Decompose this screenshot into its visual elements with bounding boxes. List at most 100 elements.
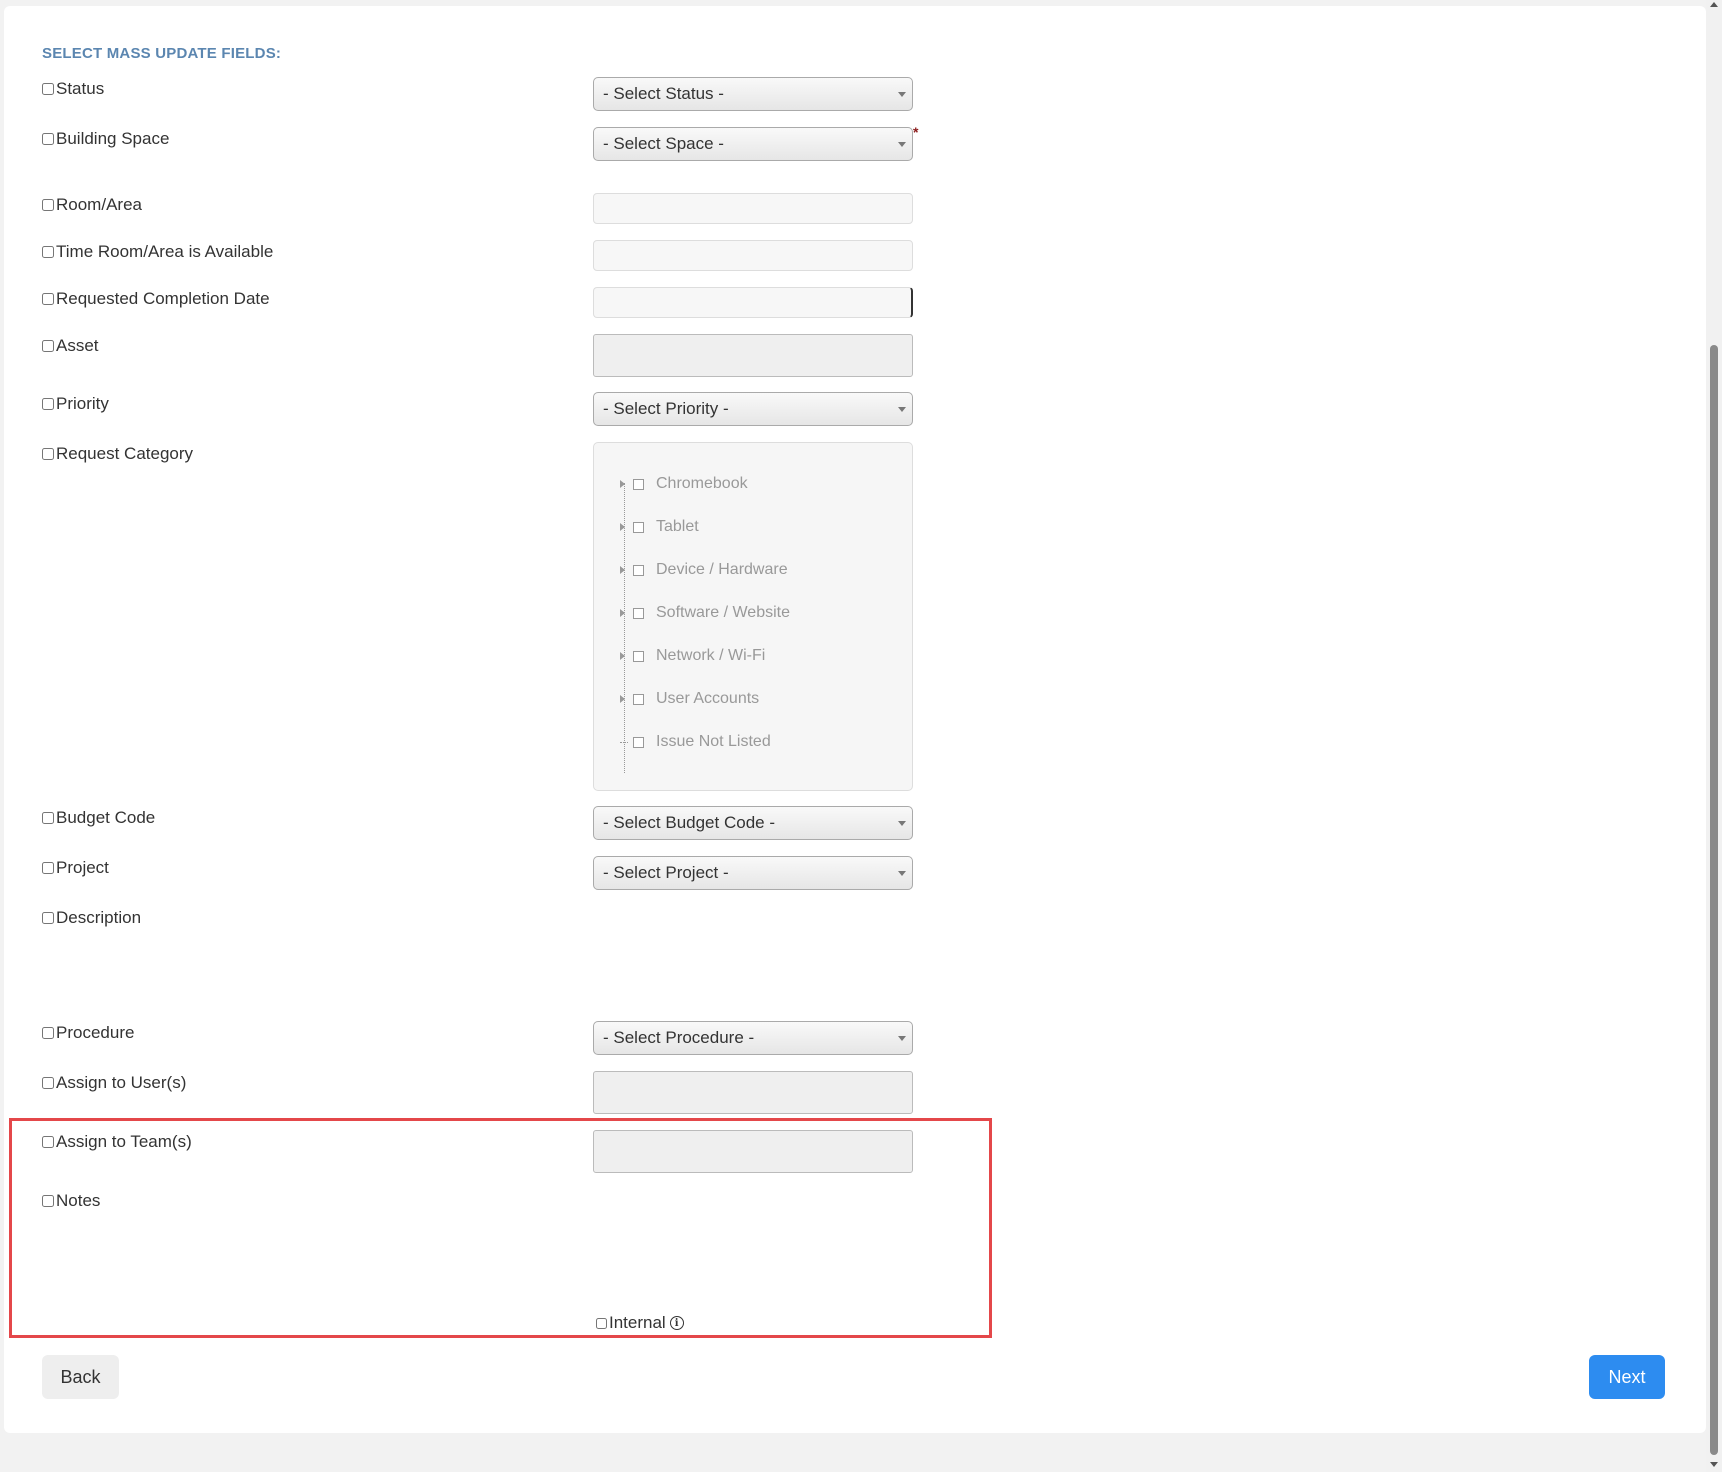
request-category-field-label[interactable]: Request Category xyxy=(42,444,193,464)
budget-code-select-value: - Select Budget Code - xyxy=(603,813,775,832)
request-category-tree: Chromebook Tablet Device / Hardware Soft… xyxy=(593,442,913,791)
status-label: Status xyxy=(56,79,105,98)
tree-item-label: Tablet xyxy=(656,518,699,535)
tree-checkbox[interactable] xyxy=(633,693,644,705)
internal-option[interactable]: Internal i xyxy=(596,1313,684,1333)
next-button[interactable]: Next xyxy=(1589,1355,1665,1399)
tree-checkbox[interactable] xyxy=(633,607,644,619)
tree-item-chromebook[interactable]: Chromebook xyxy=(620,475,748,493)
procedure-select-value: - Select Procedure - xyxy=(603,1028,755,1047)
expand-arrow-icon[interactable] xyxy=(620,480,625,488)
completion-date-input[interactable] xyxy=(593,287,913,318)
tree-leaf-connector xyxy=(620,741,628,743)
assign-users-checkbox[interactable] xyxy=(42,1077,54,1089)
priority-field-label[interactable]: Priority xyxy=(42,394,109,414)
tree-item-label: Software / Website xyxy=(656,604,790,621)
notes-field-label[interactable]: Notes xyxy=(42,1191,100,1211)
budget-code-checkbox[interactable] xyxy=(42,812,54,824)
time-available-input[interactable] xyxy=(593,240,913,271)
back-button[interactable]: Back xyxy=(42,1355,119,1399)
expand-arrow-icon[interactable] xyxy=(620,609,625,617)
assign-teams-input[interactable] xyxy=(593,1130,913,1173)
status-select[interactable]: - Select Status - xyxy=(593,77,913,111)
scrollbar-thumb[interactable] xyxy=(1710,345,1718,1455)
assign-teams-field-label[interactable]: Assign to Team(s) xyxy=(42,1132,192,1152)
budget-code-field-label[interactable]: Budget Code xyxy=(42,808,155,828)
tree-checkbox[interactable] xyxy=(633,478,644,490)
status-field-label[interactable]: Status xyxy=(42,79,104,99)
tree-checkbox[interactable] xyxy=(633,521,644,533)
tree-item-label: Issue Not Listed xyxy=(656,733,771,750)
building-space-select[interactable]: - Select Space - xyxy=(593,127,913,161)
chevron-down-icon xyxy=(898,92,906,97)
priority-select[interactable]: - Select Priority - xyxy=(593,392,913,426)
description-checkbox[interactable] xyxy=(42,912,54,924)
tree-item-software-website[interactable]: Software / Website xyxy=(620,604,790,622)
asset-checkbox[interactable] xyxy=(42,340,54,352)
section-title: SELECT MASS UPDATE FIELDS: xyxy=(42,45,282,62)
tree-checkbox[interactable] xyxy=(633,564,644,576)
status-checkbox[interactable] xyxy=(42,83,54,95)
request-category-checkbox[interactable] xyxy=(42,448,54,460)
expand-arrow-icon[interactable] xyxy=(620,695,625,703)
completion-date-field-label[interactable]: Requested Completion Date xyxy=(42,289,270,309)
building-space-field-label[interactable]: Building Space xyxy=(42,129,169,149)
chevron-down-icon xyxy=(898,871,906,876)
asset-label: Asset xyxy=(56,336,99,355)
internal-checkbox[interactable] xyxy=(596,1317,607,1329)
asset-input[interactable] xyxy=(593,334,913,377)
expand-arrow-icon[interactable] xyxy=(620,566,625,574)
building-space-checkbox[interactable] xyxy=(42,133,54,145)
request-category-label: Request Category xyxy=(56,444,194,463)
completion-date-checkbox[interactable] xyxy=(42,293,54,305)
procedure-checkbox[interactable] xyxy=(42,1027,54,1039)
page-scrollbar[interactable] xyxy=(1706,0,1722,1472)
assign-users-label: Assign to User(s) xyxy=(56,1073,187,1092)
tree-item-label: Device / Hardware xyxy=(656,561,788,578)
room-area-checkbox[interactable] xyxy=(42,199,54,211)
tree-item-network-wifi[interactable]: Network / Wi-Fi xyxy=(620,647,765,665)
info-icon[interactable]: i xyxy=(669,1316,684,1330)
project-select-value: - Select Project - xyxy=(603,863,729,882)
room-area-input[interactable] xyxy=(593,193,913,224)
tree-checkbox[interactable] xyxy=(633,736,644,748)
status-select-value: - Select Status - xyxy=(603,84,724,103)
assign-teams-checkbox[interactable] xyxy=(42,1136,54,1148)
time-available-checkbox[interactable] xyxy=(42,246,54,258)
project-field-label[interactable]: Project xyxy=(42,858,109,878)
tree-checkbox[interactable] xyxy=(633,650,644,662)
description-label: Description xyxy=(56,908,142,927)
tree-item-tablet[interactable]: Tablet xyxy=(620,518,699,536)
tree-item-label: Chromebook xyxy=(656,475,748,492)
internal-label: Internal xyxy=(609,1313,666,1332)
scroll-up-arrow-icon[interactable] xyxy=(1710,2,1718,7)
tree-item-issue-not-listed[interactable]: Issue Not Listed xyxy=(620,733,771,751)
project-checkbox[interactable] xyxy=(42,862,54,874)
assign-users-input[interactable] xyxy=(593,1071,913,1114)
procedure-field-label[interactable]: Procedure xyxy=(42,1023,134,1043)
chevron-down-icon xyxy=(898,407,906,412)
chevron-down-icon xyxy=(898,142,906,147)
expand-arrow-icon[interactable] xyxy=(620,523,625,531)
building-space-select-value: - Select Space - xyxy=(603,134,724,153)
description-field-label[interactable]: Description xyxy=(42,908,141,928)
scroll-down-arrow-icon[interactable] xyxy=(1710,1462,1718,1467)
project-select[interactable]: - Select Project - xyxy=(593,856,913,890)
room-area-label: Room/Area xyxy=(56,195,142,214)
building-space-label: Building Space xyxy=(56,129,170,148)
expand-arrow-icon[interactable] xyxy=(620,652,625,660)
tree-item-user-accounts[interactable]: User Accounts xyxy=(620,690,759,708)
time-available-label: Time Room/Area is Available xyxy=(56,242,274,261)
tree-item-device-hardware[interactable]: Device / Hardware xyxy=(620,561,788,579)
procedure-select[interactable]: - Select Procedure - xyxy=(593,1021,913,1055)
assign-teams-label: Assign to Team(s) xyxy=(56,1132,192,1151)
budget-code-select[interactable]: - Select Budget Code - xyxy=(593,806,913,840)
asset-field-label[interactable]: Asset xyxy=(42,336,99,356)
notes-checkbox[interactable] xyxy=(42,1195,54,1207)
priority-label: Priority xyxy=(56,394,109,413)
room-area-field-label[interactable]: Room/Area xyxy=(42,195,142,215)
chevron-down-icon xyxy=(898,1036,906,1041)
time-available-field-label[interactable]: Time Room/Area is Available xyxy=(42,242,273,262)
assign-users-field-label[interactable]: Assign to User(s) xyxy=(42,1073,186,1093)
priority-checkbox[interactable] xyxy=(42,398,54,410)
